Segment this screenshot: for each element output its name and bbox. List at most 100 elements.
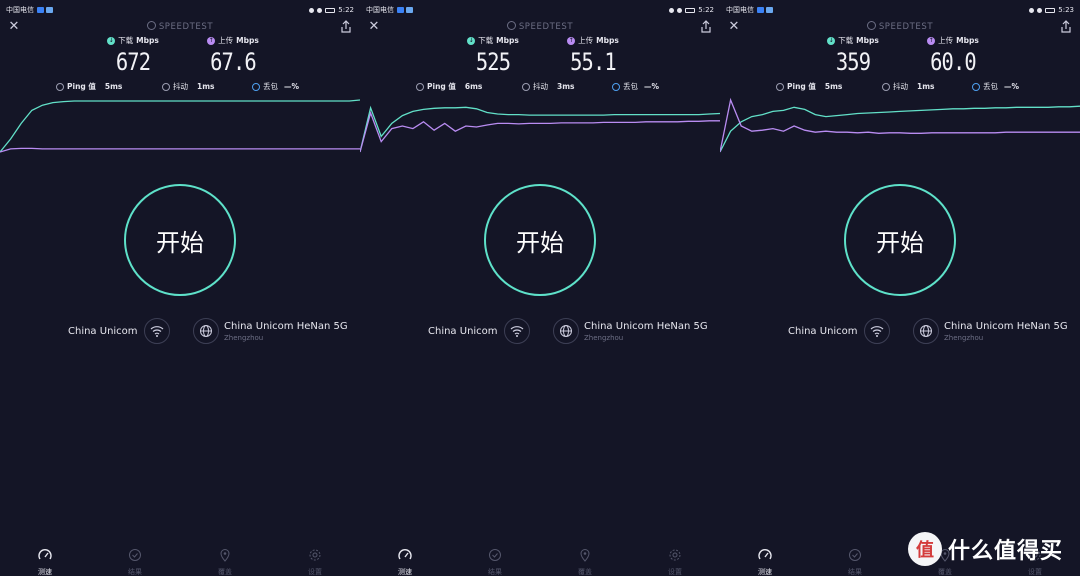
ping-stat: Ping 值 5ms (56, 81, 122, 92)
speedtest-screen-1: 中国电信 5:22 ✕ SPEEDTEST ↓ 下载 Mbps 672 ↑ 上传 Mbp… (0, 0, 360, 576)
ping-stat: Ping 值 5ms (776, 81, 842, 92)
tab-settings[interactable]: 设置 (295, 546, 335, 576)
loss-stat: 丢包 —% (972, 81, 1019, 92)
watermark-text: 什么值得买 (948, 539, 1064, 564)
upload-arrow-icon: ↑ (567, 36, 576, 45)
server-location: Zhengzhou (224, 333, 264, 342)
upload-arrow-icon: ↑ (927, 36, 936, 45)
upload-arrow-icon: ↑ (207, 36, 216, 45)
speed-graph (360, 105, 720, 153)
download-arrow-icon: ↓ (467, 36, 476, 45)
speed-graph (0, 99, 360, 153)
location-icon (317, 7, 323, 13)
tab-results[interactable]: 结果 (475, 546, 515, 576)
jitter-icon (162, 82, 170, 91)
server-selector[interactable]: China Unicom HeNan 5G Zhengzhou (913, 318, 1068, 344)
tab-coverage[interactable]: 覆盖 (565, 546, 605, 576)
carrier-label: 中国电信 (6, 6, 34, 14)
isp-name: China Unicom (68, 325, 138, 337)
tab-coverage[interactable]: 覆盖 (205, 546, 245, 576)
map-pin-icon (580, 549, 590, 562)
server-name: China Unicom HeNan 5G (944, 320, 1068, 332)
clock: 5:22 (698, 6, 714, 14)
status-bar: 中国电信 5:22 (366, 4, 714, 16)
tab-label: 覆盖 (938, 568, 952, 576)
tab-settings[interactable]: 设置 (655, 546, 695, 576)
tab-results[interactable]: 结果 (835, 546, 875, 576)
jitter-label: 抖动 (533, 82, 548, 91)
jitter-stat: 抖动 1ms (162, 81, 215, 92)
loss-value: —% (644, 82, 660, 91)
ping-icon (776, 82, 784, 91)
clock: 5:23 (1058, 6, 1074, 14)
app-icon (406, 7, 413, 13)
tab-speed[interactable]: 测速 (385, 546, 425, 576)
carrier-label: 中国电信 (726, 6, 754, 14)
start-button[interactable]: 开始 (844, 184, 956, 296)
tab-speed[interactable]: 测速 (745, 546, 785, 576)
download-arrow-icon: ↓ (827, 36, 836, 45)
screenshot-strip: 中国电信 5:22 ✕ SPEEDTEST ↓ 下载 Mbps 672 ↑ 上传 Mbp… (0, 0, 1080, 576)
upload-series-line (360, 110, 720, 153)
speedometer-icon (38, 549, 52, 560)
tab-label: 覆盖 (578, 568, 592, 576)
clock: 5:22 (338, 6, 354, 14)
start-button[interactable]: 开始 (484, 184, 596, 296)
download-value: 359 (835, 48, 871, 76)
check-circle-icon (489, 549, 501, 561)
upload-label: 上传 (578, 36, 594, 45)
status-bar: 中国电信 5:23 (726, 4, 1074, 16)
location-icon (677, 7, 683, 13)
brand-text: SPEEDTEST (518, 22, 574, 32)
server-selector[interactable]: China Unicom HeNan 5G Zhengzhou (193, 318, 348, 344)
isp-info: China Unicom (68, 318, 170, 344)
download-series-line (0, 99, 360, 153)
jitter-icon (882, 82, 890, 91)
bluetooth-icon (1029, 7, 1035, 13)
download-unit: Mbps (136, 36, 159, 45)
ping-label: Ping 值 (427, 82, 456, 91)
loss-icon (612, 82, 620, 91)
upload-series-line (0, 147, 360, 153)
tab-label: 设置 (668, 568, 682, 576)
download-value: 525 (475, 48, 511, 76)
tab-label: 结果 (128, 568, 142, 576)
server-selector[interactable]: China Unicom HeNan 5G Zhengzhou (553, 318, 708, 344)
upload-unit: Mbps (596, 36, 619, 45)
download-series-line (360, 105, 720, 153)
download-label: 下载 (478, 36, 494, 45)
bluetooth-icon (669, 7, 675, 13)
download-metric: ↓ 下载 Mbps 359 (808, 35, 898, 76)
status-bar: 中国电信 5:22 (6, 4, 354, 16)
tab-label: 测速 (398, 568, 412, 576)
signal-icon (757, 7, 764, 13)
ping-label: Ping 值 (67, 82, 96, 91)
bluetooth-icon (309, 7, 315, 13)
tab-label: 设置 (1028, 568, 1042, 576)
isp-info: China Unicom (788, 318, 890, 344)
tab-speed[interactable]: 测速 (25, 546, 65, 576)
latency-stats: Ping 值 5ms 抖动 1ms 丢包 —% (56, 81, 316, 93)
upload-value: 67.6 (210, 48, 257, 76)
loss-label: 丢包 (983, 82, 998, 91)
jitter-icon (522, 82, 530, 91)
watermark-logo: 值 (908, 532, 942, 566)
app-icon (46, 7, 53, 13)
upload-label: 上传 (218, 36, 234, 45)
tab-results[interactable]: 结果 (115, 546, 155, 576)
jitter-stat: 抖动 3ms (522, 81, 575, 92)
app-icon (766, 7, 773, 13)
loss-stat: 丢包 —% (612, 81, 659, 92)
gear-icon (669, 549, 681, 561)
globe-icon (193, 318, 219, 344)
speedtest-logo-icon (146, 21, 156, 30)
jitter-label: 抖动 (173, 82, 188, 91)
start-button[interactable]: 开始 (124, 184, 236, 296)
site-watermark: 值 什么值得买 (908, 531, 1063, 567)
carrier-label: 中国电信 (366, 6, 394, 14)
ping-value: 5ms (104, 82, 123, 91)
server-name: China Unicom HeNan 5G (224, 320, 348, 332)
speedtest-screen-2: 中国电信 5:22 ✕ SPEEDTEST ↓ 下载 Mbps 525 ↑ 上传 Mbp… (360, 0, 720, 576)
download-value: 672 (115, 48, 151, 76)
loss-stat: 丢包 —% (252, 81, 299, 92)
